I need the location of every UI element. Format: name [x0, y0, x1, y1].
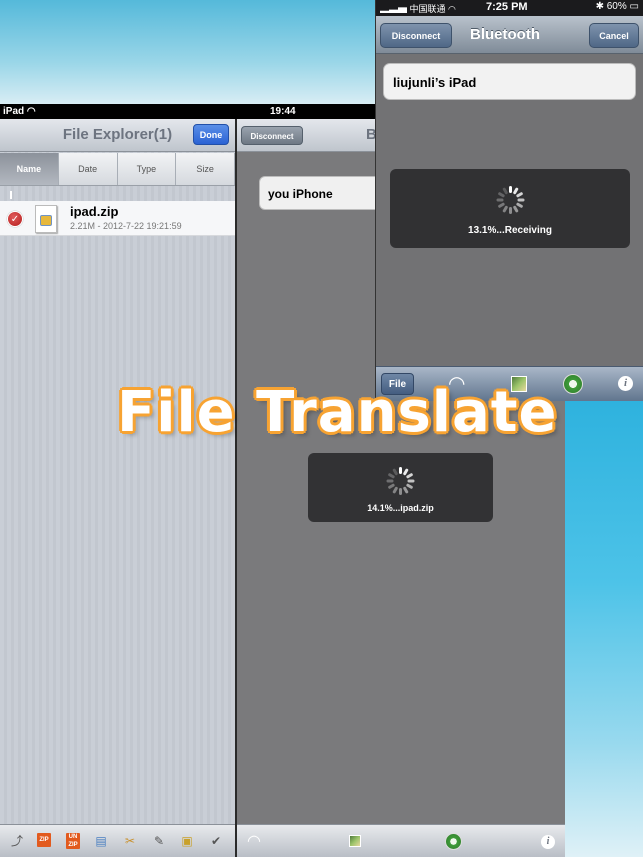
- file-row[interactable]: ✓ ipad.zip 2.21M - 2012-7-22 19:21:59: [0, 201, 235, 236]
- device-name: you iPhone: [268, 187, 333, 201]
- cut-icon[interactable]: ✂: [121, 833, 139, 850]
- iphone-status-bar: ▂▃▅ 中国联通 ◠ 7:25 PM ✱ 60% ▭: [376, 0, 643, 16]
- photo-icon[interactable]: [349, 835, 361, 847]
- zip-icon[interactable]: ZIP: [37, 833, 51, 847]
- file-meta: 2.21M - 2012-7-22 19:21:59: [70, 221, 182, 231]
- edit-icon[interactable]: ✎: [150, 833, 168, 850]
- spinner-icon: [495, 186, 525, 216]
- wifi-icon: ◠: [26, 106, 36, 117]
- disconnect-button[interactable]: Disconnect: [241, 126, 303, 145]
- ipad-carrier: iPad ◠: [3, 106, 36, 117]
- clock-icon[interactable]: [563, 374, 583, 394]
- file-toolbar: ⤴ ZIP UN ZIP ▤ ✂ ✎ ▣ ✔: [0, 824, 235, 857]
- sort-tabs: Name Date Type Size: [0, 153, 235, 186]
- clock-icon[interactable]: [445, 833, 462, 850]
- background-right: [565, 400, 643, 857]
- zip-file-icon: [35, 205, 57, 233]
- ipad-time: 19:44: [270, 106, 296, 117]
- progress-hud: 14.1%...ipad.zip: [308, 453, 493, 522]
- tab-date[interactable]: Date: [58, 153, 118, 185]
- iphone-screen: ▂▃▅ 中国联通 ◠ 7:25 PM ✱ 60% ▭ Disconnect Bl…: [375, 0, 643, 401]
- bluetooth-title: Bluetooth: [470, 26, 540, 43]
- tab-type[interactable]: Type: [117, 153, 177, 185]
- spinner-icon: [386, 467, 415, 495]
- done-button[interactable]: Done: [193, 124, 229, 145]
- iphone-time: 7:25 PM: [486, 1, 528, 13]
- signal-carrier: ▂▃▅ 中国联通 ◠: [380, 4, 456, 14]
- iphone-navbar: Disconnect Bluetooth Cancel: [376, 16, 643, 54]
- disconnect-button[interactable]: Disconnect: [380, 23, 452, 48]
- wifi-icon[interactable]: ◠: [247, 831, 261, 851]
- headline: File Translate: [117, 380, 558, 445]
- background-top: [0, 0, 375, 104]
- cancel-button[interactable]: Cancel: [589, 23, 639, 48]
- file-explorer-pane: File Explorer(1) Done Name Date Type Siz…: [0, 119, 235, 857]
- progress-text: 13.1%...Receiving: [468, 225, 552, 236]
- share-icon[interactable]: ⤴: [8, 833, 26, 850]
- copy-icon[interactable]: ▤: [92, 833, 110, 850]
- tab-size[interactable]: Size: [176, 153, 235, 185]
- bluetooth-toolbar: ◠ i: [237, 824, 565, 857]
- battery-indicator: ✱ 60% ▭: [595, 1, 639, 12]
- file-explorer-navbar: File Explorer(1) Done: [0, 119, 235, 152]
- device-name: liujunli’s iPad: [393, 75, 477, 90]
- unzip-icon[interactable]: UN ZIP: [66, 833, 80, 849]
- info-icon[interactable]: i: [618, 376, 633, 391]
- select-all-icon[interactable]: ✔: [207, 833, 225, 850]
- move-icon[interactable]: ▣: [178, 833, 196, 850]
- info-icon[interactable]: i: [541, 835, 555, 849]
- file-name: ipad.zip: [70, 204, 119, 219]
- device-list-item[interactable]: liujunli’s iPad: [383, 63, 636, 100]
- progress-hud: 13.1%...Receiving: [390, 169, 630, 248]
- tab-name[interactable]: Name: [0, 153, 59, 185]
- scroll-indicator: [10, 191, 12, 199]
- progress-text: 14.1%...ipad.zip: [367, 503, 434, 513]
- checkmark-icon[interactable]: ✓: [7, 211, 23, 227]
